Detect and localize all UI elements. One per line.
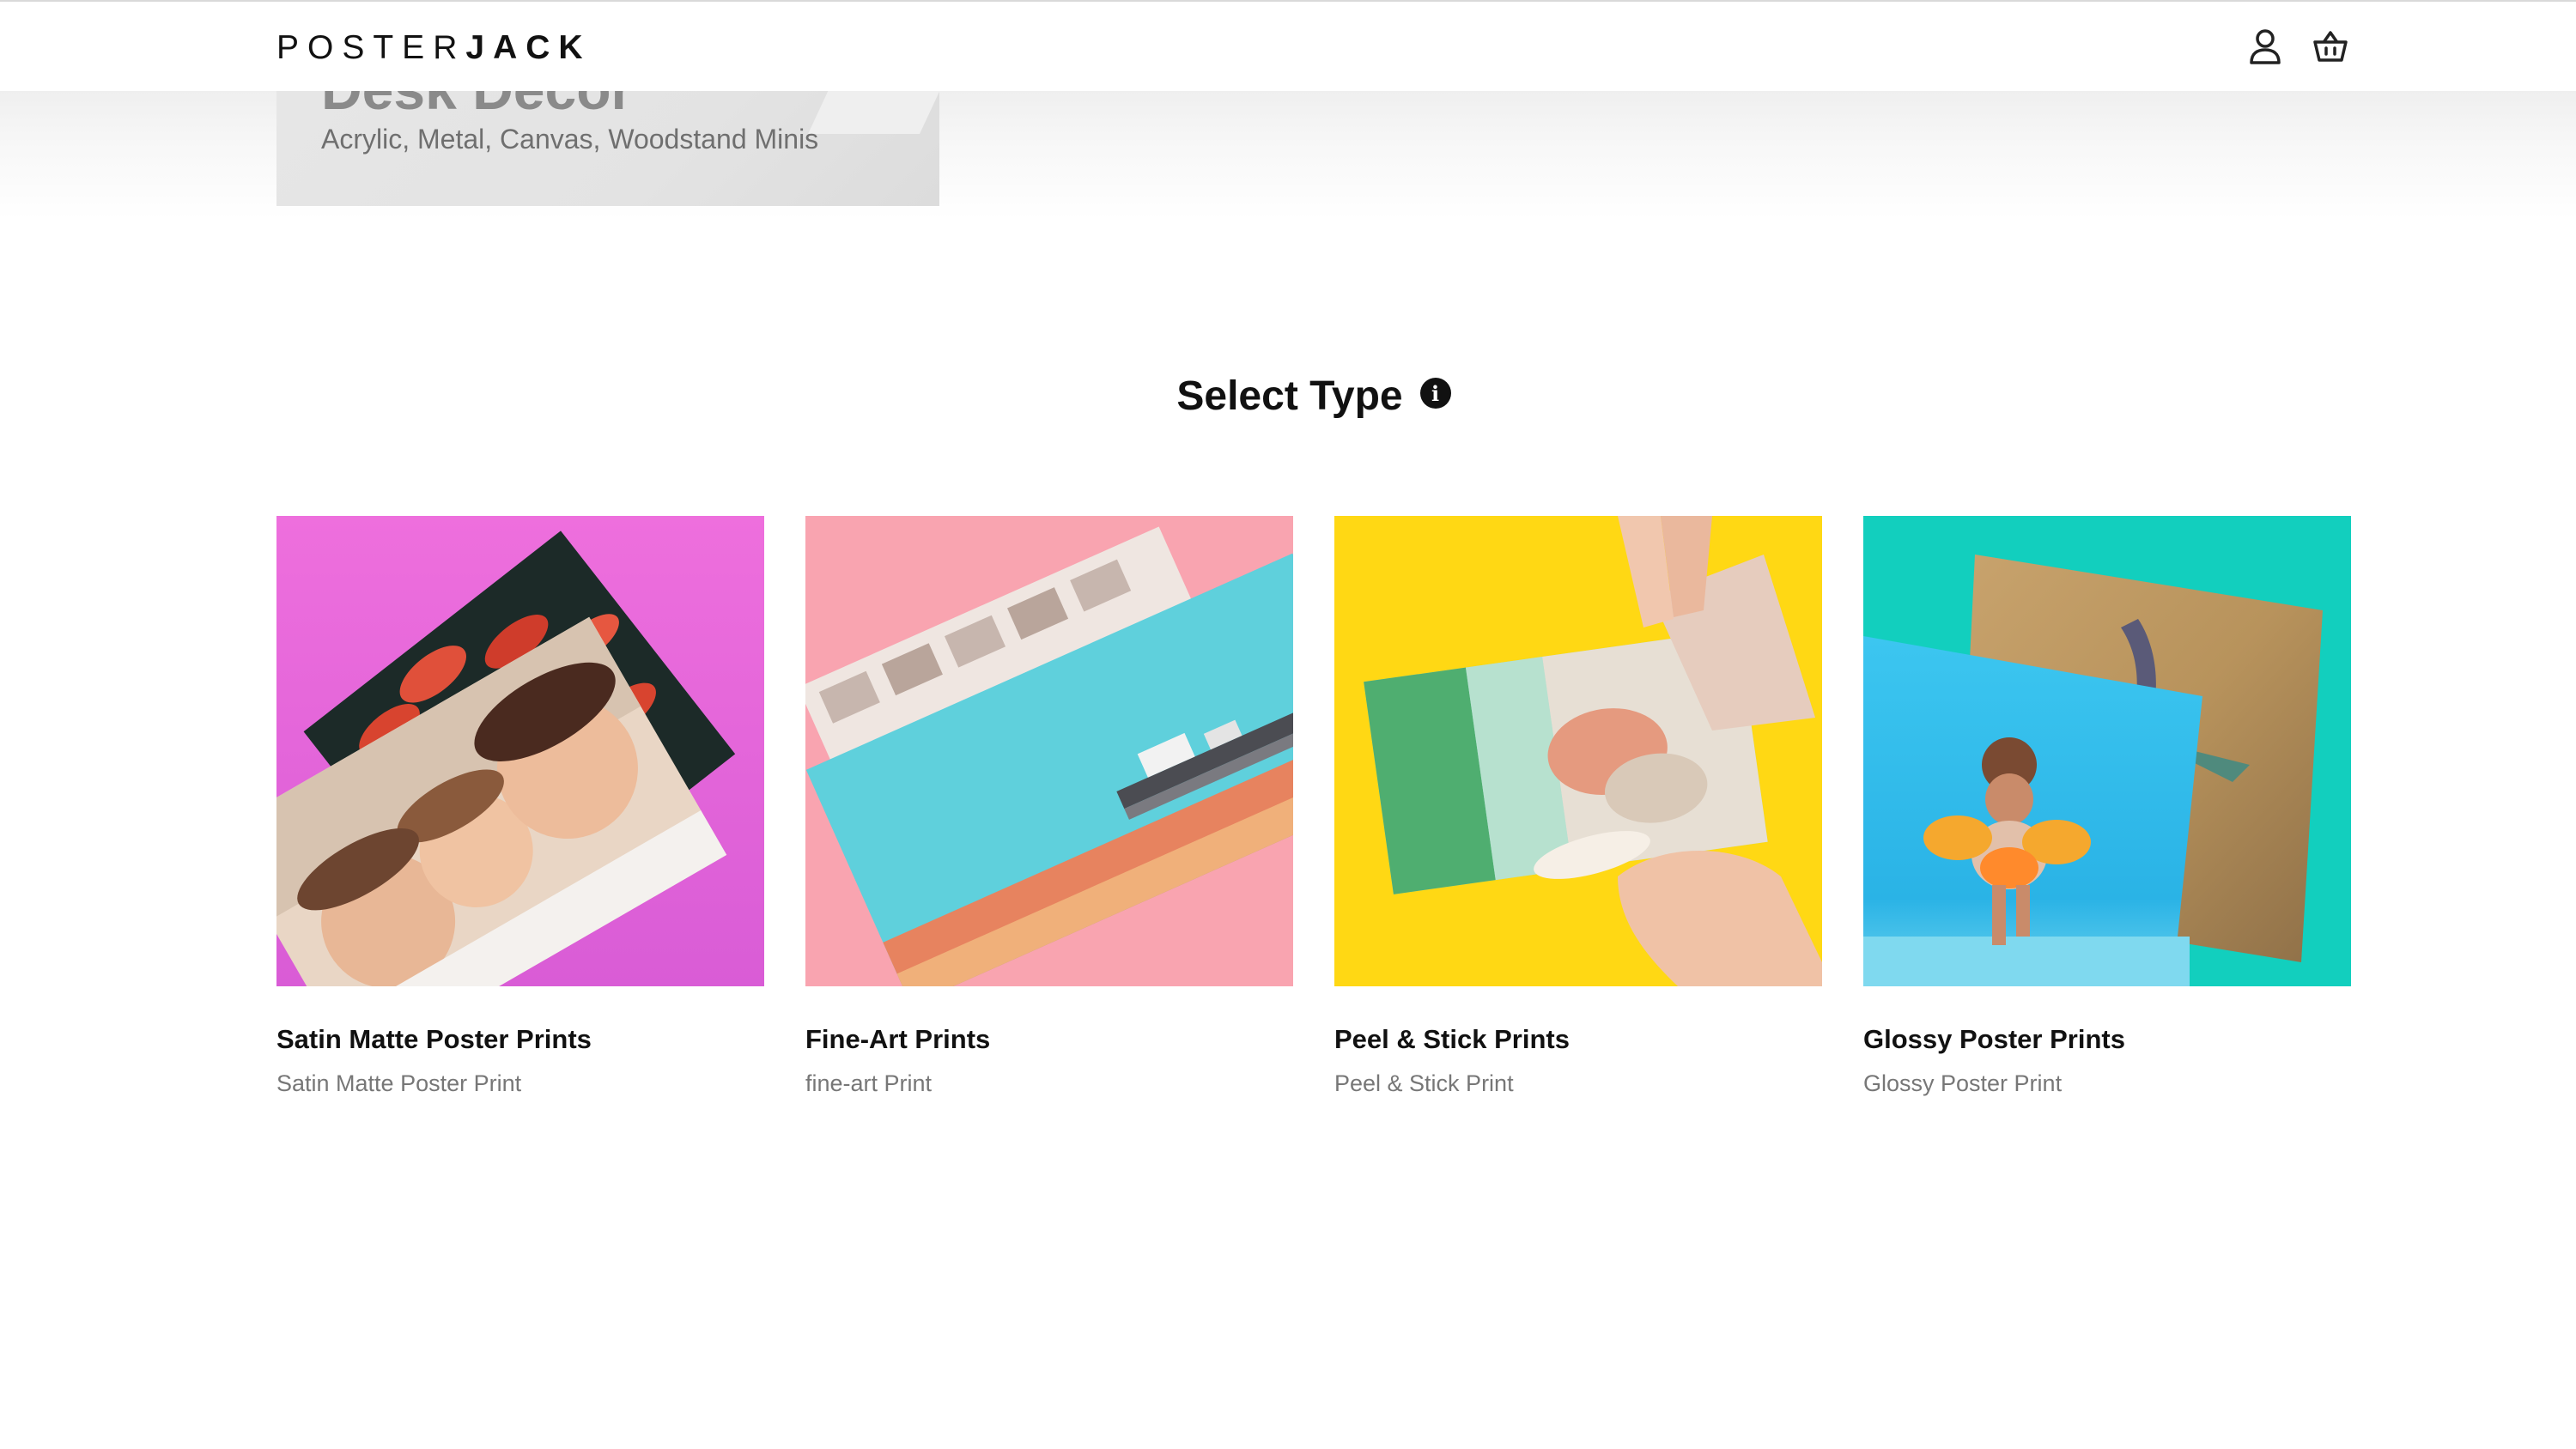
product-card-fine-art[interactable]: Fine-Art Prints fine-art Print xyxy=(805,516,1293,1096)
product-subtitle: Peel & Stick Print xyxy=(1334,1070,1514,1096)
desk-decor-banner[interactable]: Desk Decor Acrylic, Metal, Canvas, Woods… xyxy=(276,91,939,206)
banner-subtitle: Acrylic, Metal, Canvas, Woodstand Minis xyxy=(321,124,819,155)
product-title: Fine-Art Prints xyxy=(805,1024,991,1054)
posterjack-logo[interactable]: POSTERJACK xyxy=(276,27,592,69)
banner-title: Desk Decor xyxy=(321,91,633,122)
section-title: Select Type xyxy=(1176,373,1403,419)
product-image-glossy xyxy=(1863,516,2351,986)
cart-icon[interactable] xyxy=(2310,26,2351,67)
logo-part-poster: POSTER xyxy=(276,29,466,66)
product-title: Glossy Poster Prints xyxy=(1863,1024,2125,1054)
product-card-glossy[interactable]: Glossy Poster Prints Glossy Poster Print xyxy=(1863,516,2351,1096)
site-header: POSTERJACK xyxy=(0,2,2576,91)
select-type-heading: Select Type i xyxy=(0,371,2576,422)
product-subtitle: Glossy Poster Print xyxy=(1863,1070,2063,1096)
info-icon[interactable]: i xyxy=(1419,378,1451,409)
product-title: Satin Matte Poster Prints xyxy=(276,1024,592,1054)
account-icon[interactable] xyxy=(2245,26,2286,67)
product-type-grid: Satin Matte Poster Prints Satin Matte Po… xyxy=(276,516,2351,1117)
product-card-satin-matte[interactable]: Satin Matte Poster Prints Satin Matte Po… xyxy=(276,516,764,1096)
product-card-peel-stick[interactable]: Peel & Stick Prints Peel & Stick Print xyxy=(1334,516,1822,1096)
product-subtitle: fine-art Print xyxy=(805,1070,933,1096)
product-image-peel-stick xyxy=(1334,516,1822,986)
product-image-satin-matte xyxy=(276,516,764,986)
product-subtitle: Satin Matte Poster Print xyxy=(276,1070,522,1096)
banner-decor-shape xyxy=(808,91,939,134)
product-image-fine-art xyxy=(805,516,1293,986)
product-title: Peel & Stick Prints xyxy=(1334,1024,1570,1054)
logo-part-jack: JACK xyxy=(465,29,592,66)
